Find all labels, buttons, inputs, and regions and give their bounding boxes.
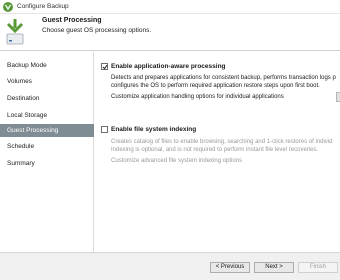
step-schedule[interactable]: Schedule <box>0 140 94 153</box>
options-panel: Enable application-aware processing Dete… <box>95 52 340 252</box>
page-subtitle: Choose guest OS processing options. <box>42 27 152 34</box>
wizard-header: Guest Processing Choose guest OS process… <box>0 14 340 51</box>
step-guest-processing[interactable]: Guest Processing <box>0 124 94 137</box>
next-button[interactable]: Next > <box>254 262 294 273</box>
previous-button[interactable]: < Previous <box>210 262 250 273</box>
page-title: Guest Processing <box>42 17 102 24</box>
app-aware-desc-line2: configures the OS to perform required ap… <box>111 83 320 89</box>
step-destination[interactable]: Destination <box>0 92 94 105</box>
title-bar: Configure Backup <box>0 0 340 14</box>
step-volumes[interactable]: Volumes <box>0 75 94 88</box>
indexing-checkbox[interactable] <box>101 126 108 133</box>
step-summary[interactable]: Summary <box>0 157 94 170</box>
finish-button[interactable]: Finish <box>298 262 338 273</box>
app-aware-desc-line1: Detects and prepares applications for co… <box>111 75 336 81</box>
app-aware-checkbox[interactable] <box>101 63 108 70</box>
wizard-steps: Backup Mode Volumes Destination Local St… <box>0 52 94 252</box>
step-local-storage[interactable]: Local Storage <box>0 109 94 122</box>
app-aware-label[interactable]: Enable application-aware processing <box>111 63 226 70</box>
check-icon <box>102 64 108 70</box>
indexing-label[interactable]: Enable file system indexing <box>111 126 196 133</box>
download-arrow-icon <box>6 18 24 46</box>
step-backup-mode[interactable]: Backup Mode <box>0 59 94 72</box>
app-logo-icon <box>3 2 13 12</box>
app-aware-customize-text: Customize application handling options f… <box>111 94 284 100</box>
window-title: Configure Backup <box>17 3 69 10</box>
indexing-desc-line1: Creates catalog of files to enable brows… <box>111 139 333 145</box>
wizard-footer: < Previous Next > Finish <box>0 252 340 280</box>
indexing-customize-text: Customize advanced file system indexing … <box>111 158 243 164</box>
indexing-desc-line2: Indexing is optional, and is not require… <box>111 147 319 153</box>
applications-button[interactable] <box>336 92 340 102</box>
